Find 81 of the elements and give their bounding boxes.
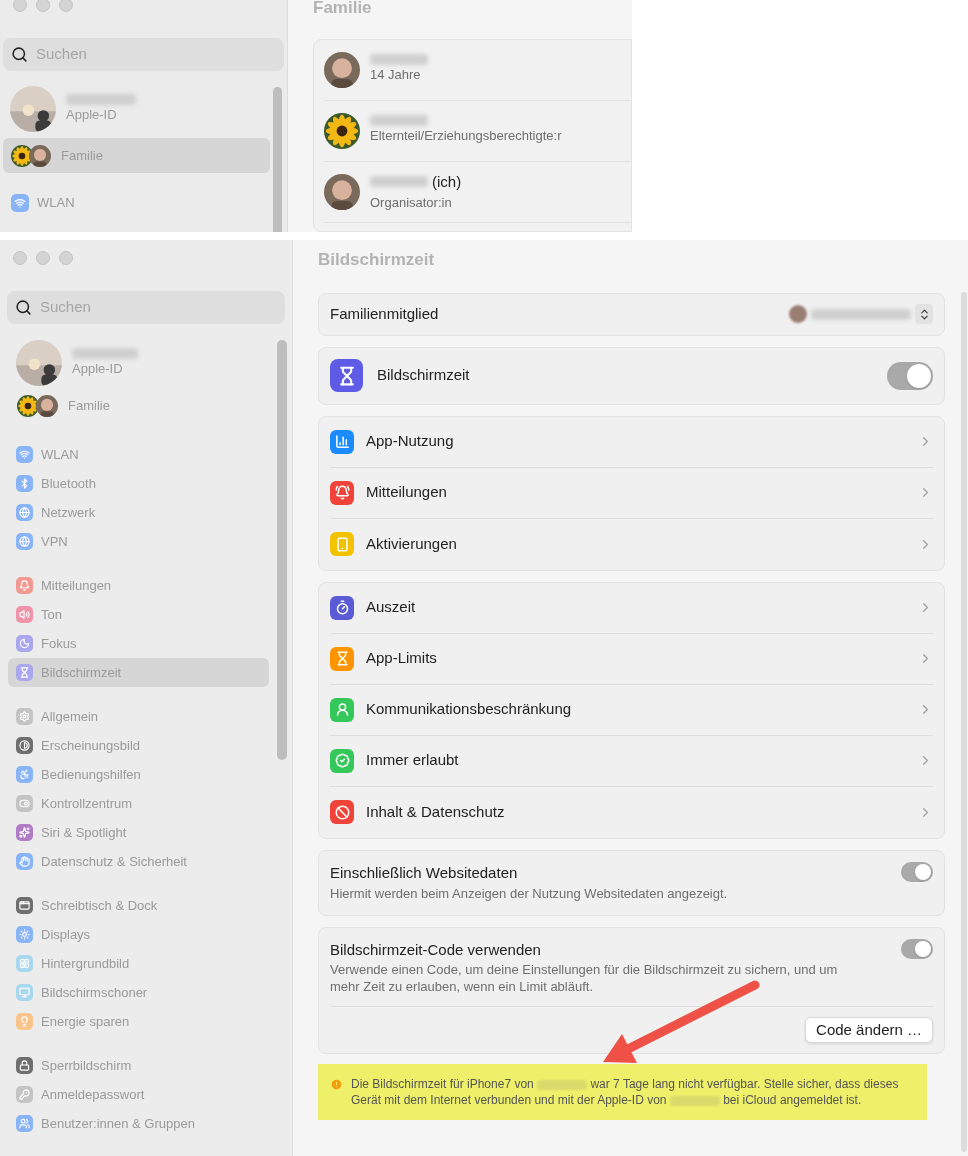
window-control[interactable] <box>36 251 50 265</box>
setting-label: Aktivierungen <box>366 533 458 554</box>
member-role: Organisator:in <box>370 194 453 212</box>
settings-row[interactable]: Aktivierungen <box>330 518 933 570</box>
sidebar-item[interactable]: Bedienungshilfen <box>8 760 269 789</box>
search-field[interactable]: Suchen <box>3 38 284 71</box>
blurred-text <box>72 347 138 359</box>
member-name: (ich) <box>432 171 462 192</box>
sidebar-item[interactable]: Familie <box>68 396 110 416</box>
sidebar-item[interactable]: Benutzer:innen & Gruppen <box>8 1109 269 1138</box>
sidebar-item[interactable]: WLAN <box>3 191 270 215</box>
sidebar-item[interactable]: Schreibtisch & Dock <box>8 891 269 920</box>
sidebar-item[interactable]: Fokus <box>8 629 269 658</box>
page-title: Familie <box>313 0 373 19</box>
sidebar-item[interactable]: Erscheinungsbild <box>8 731 269 760</box>
setting-label: Einschließlich Websitedaten <box>330 862 519 883</box>
sidebar-item[interactable]: Allgemein <box>8 702 269 731</box>
window-control[interactable] <box>13 251 27 265</box>
toggle-switch[interactable] <box>887 361 933 390</box>
sidebar-item[interactable]: Ton <box>8 600 269 629</box>
toggle-switch[interactable] <box>901 861 933 882</box>
change-code-button[interactable]: Code ändern … <box>805 1017 933 1043</box>
member-role: Elternteil/Erziehungsberechtigte:r <box>370 127 562 146</box>
settings-row[interactable]: Immer erlaubt <box>330 735 933 787</box>
sidebar-item[interactable]: Hintergrundbild <box>8 949 269 978</box>
settings-row[interactable]: Kommunikationsbeschränkung <box>330 684 933 736</box>
member-label: Familienmitglied <box>330 303 439 324</box>
sidebar-item[interactable]: Kontrollzentrum <box>8 789 269 818</box>
member-picker[interactable] <box>789 304 933 324</box>
setting-label: App-Limits <box>366 648 438 669</box>
setting-description: Hiermit werden beim Anzeigen der Nutzung Websitedaten angezeigt. <box>330 885 729 903</box>
scrollbar[interactable] <box>961 292 967 1152</box>
scrollbar[interactable] <box>273 87 282 232</box>
sidebar-item[interactable]: Mitteilungen <box>8 571 269 600</box>
setting-label: Bildschirmzeit-Code verwenden <box>330 939 542 960</box>
window-control[interactable] <box>59 251 73 265</box>
setting-label: App-Nutzung <box>366 431 455 452</box>
search-field[interactable]: Suchen <box>7 291 285 324</box>
sidebar-item[interactable]: Displays <box>8 920 269 949</box>
setting-label: Mitteilungen <box>366 482 448 503</box>
blurred-text <box>370 54 428 66</box>
blurred-text <box>66 93 136 105</box>
member-role: 14 Jahre <box>370 66 422 85</box>
settings-row[interactable]: Inhalt & Datenschutz <box>330 786 933 838</box>
sidebar-item[interactable]: Bluetooth <box>8 469 269 498</box>
sidebar-item[interactable]: Familie <box>3 138 270 173</box>
blurred-text <box>370 176 428 188</box>
scrollbar[interactable] <box>277 340 287 760</box>
window-control[interactable] <box>59 0 73 12</box>
sidebar-item[interactable]: VPN <box>8 527 269 556</box>
settings-row[interactable]: Auszeit <box>330 582 933 634</box>
sidebar-item[interactable]: Energie sparen <box>8 1007 269 1036</box>
warning-icon <box>330 1078 343 1091</box>
setting-label: Inhalt & Datenschutz <box>366 801 506 822</box>
setting-description: Verwende einen Code, um deine Einstellungen für die Bildschirmzeit zu sichern, und um mehr Zeit zu erlauben, wenn ein Limit abläuft. <box>330 961 839 995</box>
setting-label: Bildschirmzeit <box>377 365 471 386</box>
sidebar-item[interactable]: Anmeldepasswort <box>8 1080 269 1109</box>
search-icon <box>15 299 32 316</box>
hourglass-icon <box>330 359 363 392</box>
sidebar-item[interactable]: Netzwerk <box>8 498 269 527</box>
warning-text: Die Bildschirmzeit für iPhone7 von war 7 Tage lang nicht verfügbar. Stelle sicher, dass dieses Gerät mit dem Internet verbunden und mit der Apple-ID von bei iCloud angemeldet ist. <box>351 1076 900 1108</box>
window-control[interactable] <box>36 0 50 12</box>
search-icon <box>11 46 28 63</box>
account-subtitle: Apple-ID <box>66 105 118 124</box>
blurred-text <box>370 115 428 127</box>
sidebar-item[interactable]: WLAN <box>8 440 269 469</box>
settings-row[interactable]: Mitteilungen <box>330 467 933 519</box>
setting-label: Kommunikationsbeschränkung <box>366 699 573 720</box>
sidebar-item[interactable]: Sperrbildschirm <box>8 1051 269 1080</box>
sidebar-item[interactable]: Bildschirmzeit <box>8 658 269 687</box>
settings-row[interactable]: App-Limits <box>330 633 933 685</box>
setting-label: Immer erlaubt <box>366 750 460 771</box>
sidebar-item[interactable]: Bildschirmschoner <box>8 978 269 1007</box>
setting-label: Auszeit <box>366 597 417 618</box>
page-title: Bildschirmzeit <box>318 249 436 271</box>
account-subtitle: Apple-ID <box>72 359 124 378</box>
window-control[interactable] <box>13 0 27 12</box>
toggle-switch[interactable] <box>901 938 933 959</box>
sidebar-item[interactable]: Siri & Spotlight <box>8 818 269 847</box>
sidebar-item[interactable]: Datenschutz & Sicherheit <box>8 847 269 876</box>
settings-row[interactable]: App-Nutzung <box>330 416 933 468</box>
